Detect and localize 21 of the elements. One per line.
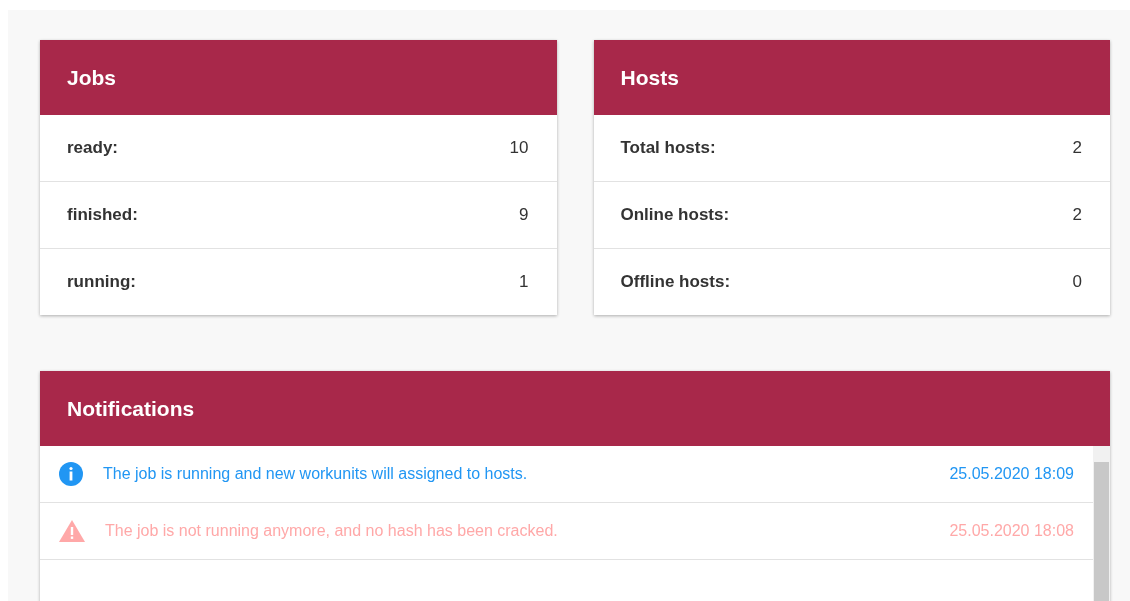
info-icon: [59, 462, 83, 486]
notification-message: The job is not running anymore, and no hash has been cracked.: [105, 522, 559, 540]
notification-time: 25.05.2020 18:09: [949, 465, 1074, 483]
stat-value: 1: [519, 272, 529, 292]
card-title: Notifications: [40, 371, 1110, 446]
stat-label: Offline hosts:: [620, 272, 731, 292]
stat-value: 10: [509, 138, 529, 158]
stat-label: finished:: [67, 205, 138, 225]
stat-label: Online hosts:: [620, 205, 730, 225]
notification-message: The job is running and new workunits will assigned to hosts.: [103, 465, 529, 483]
warning-icon: [59, 520, 85, 542]
notification-time: 25.05.2020 18:08: [949, 522, 1074, 540]
stat-label: ready:: [67, 138, 119, 158]
stat-value: 0: [1072, 272, 1082, 292]
stat-label: running:: [67, 272, 136, 292]
stat-value: 9: [519, 205, 529, 225]
stat-value: 2: [1072, 138, 1082, 158]
card-title: Jobs: [40, 40, 557, 115]
stat-label: Total hosts:: [620, 138, 716, 158]
card-title: Hosts: [593, 40, 1110, 115]
stat-value: 2: [1072, 205, 1082, 225]
